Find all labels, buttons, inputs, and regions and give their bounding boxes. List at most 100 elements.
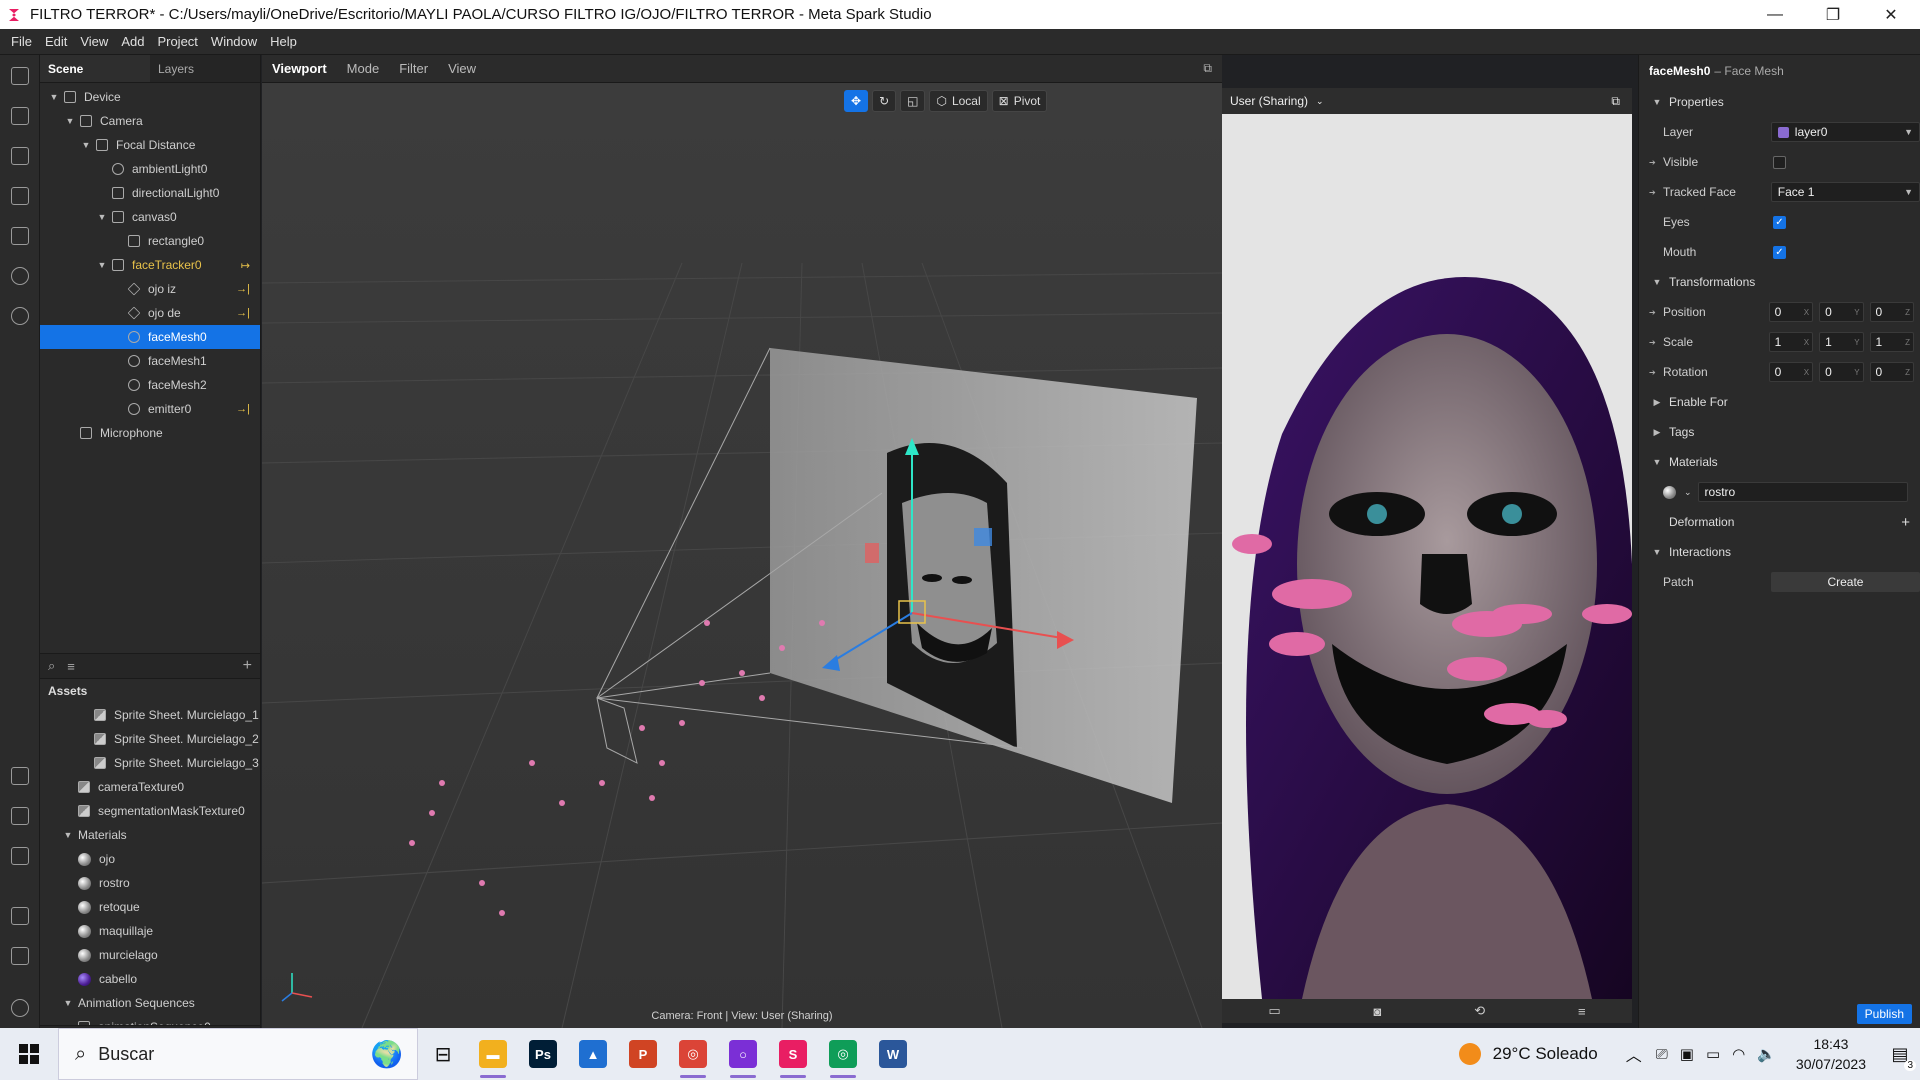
tree-item-sprite-sheet-murcielago-3[interactable]: Sprite Sheet. Murcielago_3 xyxy=(40,751,260,775)
local-toggle-button[interactable]: ⬡ Local xyxy=(929,90,988,112)
position-z-input[interactable]: 0Z xyxy=(1869,302,1914,322)
tree-item-ambientlight0[interactable]: ambientLight0 xyxy=(40,157,260,181)
upload-icon[interactable] xyxy=(11,847,29,865)
tree-item-facemesh2[interactable]: faceMesh2 xyxy=(40,373,260,397)
keyframe-icon[interactable]: ➔ xyxy=(1649,338,1656,347)
pivot-toggle-button[interactable]: ⊠ Pivot xyxy=(991,90,1048,112)
word-app[interactable]: W xyxy=(868,1028,918,1080)
scene-add-icon[interactable]: + xyxy=(243,657,252,675)
menu-help[interactable]: Help xyxy=(270,34,297,49)
spark-studio-app[interactable]: S xyxy=(768,1028,818,1080)
play-icon[interactable] xyxy=(11,187,29,205)
expand-toggle-icon[interactable]: ▼ xyxy=(80,140,92,150)
console-icon[interactable] xyxy=(11,947,29,965)
tree-item-sprite-sheet-murcielago-1[interactable]: Sprite Sheet. Murcielago_1 xyxy=(40,703,260,727)
scale-x-input[interactable]: 1X xyxy=(1768,332,1814,352)
video-icon[interactable] xyxy=(11,107,29,125)
menu-window[interactable]: Window xyxy=(211,34,257,49)
link-arrow-icon[interactable]: →| xyxy=(236,307,250,319)
video-record-icon[interactable]: ▭ xyxy=(1268,1003,1280,1019)
section-materials[interactable]: ▼ Materials xyxy=(1639,447,1920,477)
tree-item-cabello[interactable]: cabello xyxy=(40,967,260,991)
tree-item-directionallight0[interactable]: directionalLight0 xyxy=(40,181,260,205)
screenshot-icon[interactable]: ◙ xyxy=(1374,1004,1382,1019)
link-arrow-icon[interactable]: →| xyxy=(236,403,250,415)
rotation-x-input[interactable]: 0X xyxy=(1768,362,1814,382)
layer-dropdown[interactable]: layer0 ▼ xyxy=(1770,122,1920,142)
maximize-button[interactable]: ❐ xyxy=(1804,0,1862,29)
menu-add[interactable]: Add xyxy=(121,34,144,49)
expand-toggle-icon[interactable]: ▼ xyxy=(62,830,74,840)
tree-item-device[interactable]: ▼ Device xyxy=(40,85,260,109)
tab-viewport[interactable]: Viewport xyxy=(272,61,327,76)
tree-item-murcielago[interactable]: murcielago xyxy=(40,943,260,967)
tracked-face-dropdown[interactable]: Face 1 ▼ xyxy=(1770,182,1920,202)
tree-item-microphone[interactable]: Microphone xyxy=(40,421,260,445)
tab-view[interactable]: View xyxy=(448,61,476,76)
task-view-button[interactable]: ⊟ xyxy=(418,1028,468,1080)
section-deformation[interactable]: ▶Deformation+ xyxy=(1639,507,1920,537)
tree-item-ojo[interactable]: ojo xyxy=(40,847,260,871)
section-tags[interactable]: ▶ Tags xyxy=(1639,417,1920,447)
pause-icon[interactable] xyxy=(11,147,29,165)
move-tool-button[interactable]: ✥ xyxy=(844,90,869,112)
stop-icon[interactable] xyxy=(11,227,29,245)
close-button[interactable]: ✕ xyxy=(1862,0,1920,29)
tree-item-emitter0[interactable]: emitter0 →| xyxy=(40,397,260,421)
photos-app[interactable]: ▲ xyxy=(568,1028,618,1080)
volume-icon[interactable]: 🔈 xyxy=(1757,1045,1776,1063)
tab-filter[interactable]: Filter xyxy=(399,61,428,76)
messenger-app[interactable]: ○ xyxy=(718,1028,768,1080)
minimize-button[interactable]: — xyxy=(1746,0,1804,29)
expand-toggle-icon[interactable]: ▼ xyxy=(64,116,76,126)
mouth-checkbox[interactable]: ✓ xyxy=(1773,245,1786,259)
wifi-icon[interactable]: ◠ xyxy=(1732,1045,1745,1063)
menu-edit[interactable]: Edit xyxy=(45,34,67,49)
tree-item-ojo-iz[interactable]: ojo iz →| xyxy=(40,277,260,301)
send-to-device-icon[interactable] xyxy=(11,807,29,825)
expand-toggle-icon[interactable]: ▼ xyxy=(96,212,108,222)
folder-animation-sequences[interactable]: ▼ Animation Sequences xyxy=(40,991,260,1015)
pop-out-icon[interactable]: ⧉ xyxy=(1611,94,1620,109)
position-x-input[interactable]: 0X xyxy=(1768,302,1814,322)
keyframe-icon[interactable]: ➔ xyxy=(1649,308,1656,317)
notifications-button[interactable]: ▤ 3 xyxy=(1880,1044,1920,1071)
camera-tray-icon[interactable]: ⎚ xyxy=(1656,1046,1668,1063)
chrome-app[interactable]: ◎ xyxy=(668,1028,718,1080)
section-interactions[interactable]: ▼ Interactions xyxy=(1639,537,1920,567)
chevron-down-icon[interactable]: ⌄ xyxy=(1684,487,1692,498)
refresh-icon[interactable] xyxy=(11,267,29,285)
weather-widget[interactable]: 29°C Soleado xyxy=(1458,1043,1598,1065)
powerpoint-app[interactable]: P xyxy=(618,1028,668,1080)
scale-y-input[interactable]: 1Y xyxy=(1819,332,1864,352)
position-y-input[interactable]: 0Y xyxy=(1819,302,1864,322)
search-icon[interactable] xyxy=(11,307,29,325)
taskbar-search-box[interactable]: ⌕ Buscar 🌍 xyxy=(58,1028,418,1080)
tree-item-focal-distance[interactable]: ▼ Focal Distance xyxy=(40,133,260,157)
start-button[interactable] xyxy=(0,1028,58,1080)
menu-project[interactable]: Project xyxy=(157,34,197,49)
link-arrow-icon[interactable]: →| xyxy=(236,283,250,295)
clock[interactable]: 18:43 30/07/2023 xyxy=(1796,1034,1866,1074)
link-arrow-icon[interactable]: ↦ xyxy=(241,259,250,272)
scale-tool-button[interactable]: ◱ xyxy=(900,90,926,112)
scene-search-icon[interactable]: ⌕ xyxy=(48,658,55,674)
tree-item-cameratexture0[interactable]: cameraTexture0 xyxy=(40,775,260,799)
publish-button[interactable]: Publish xyxy=(1856,1004,1912,1024)
effect-preview[interactable] xyxy=(1222,114,1632,999)
photoshop-app[interactable]: Ps xyxy=(518,1028,568,1080)
tree-item-retoque[interactable]: retoque xyxy=(40,895,260,919)
tree-item-camera[interactable]: ▼ Camera xyxy=(40,109,260,133)
chevron-up-icon[interactable]: ︿ xyxy=(1626,1042,1642,1066)
add-icon[interactable]: + xyxy=(1901,514,1910,531)
tree-item-sprite-sheet-murcielago-2[interactable]: Sprite Sheet. Murcielago_2 xyxy=(40,727,260,751)
settings-gear-icon[interactable] xyxy=(11,999,29,1017)
material-select[interactable]: rostro xyxy=(1697,482,1908,502)
eyes-checkbox[interactable]: ✓ xyxy=(1773,215,1786,229)
expand-toggle-icon[interactable]: ▼ xyxy=(96,260,108,270)
battery-icon[interactable]: ▭ xyxy=(1706,1045,1720,1063)
tree-item-segmentationmasktexture0[interactable]: segmentationMaskTexture0 xyxy=(40,799,260,823)
menu-file[interactable]: File xyxy=(11,34,32,49)
section-properties[interactable]: ▼ Properties xyxy=(1639,87,1920,117)
3d-scene-view[interactable] xyxy=(262,83,1222,1028)
